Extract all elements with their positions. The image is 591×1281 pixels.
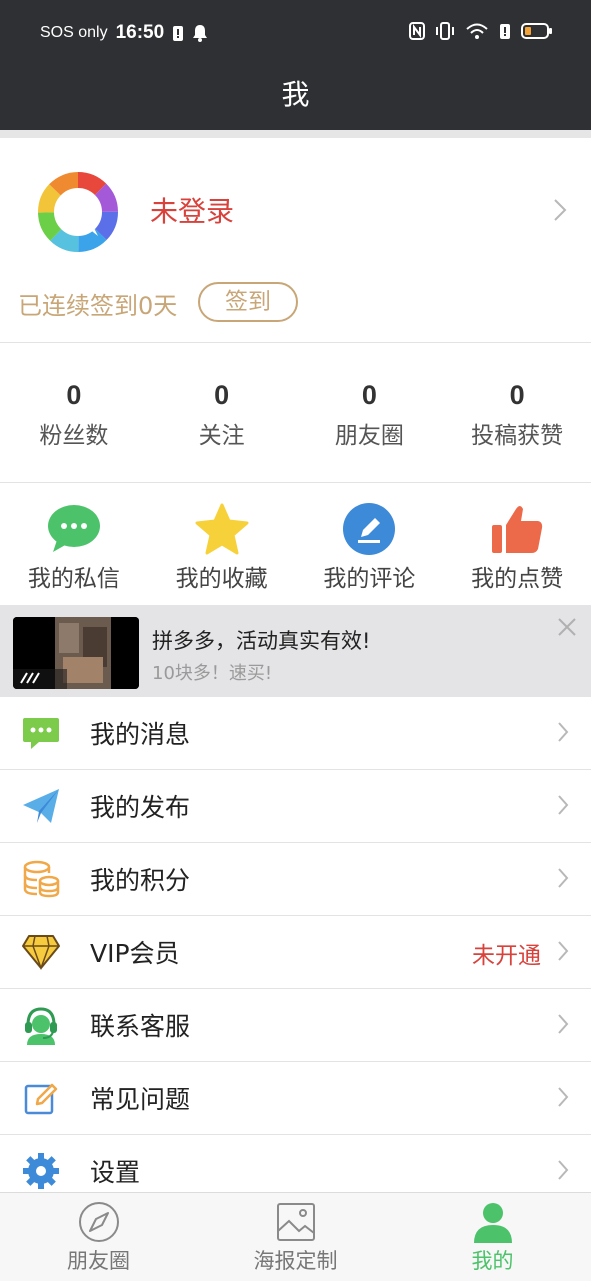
quick-comments[interactable]: 我的评论 bbox=[296, 483, 444, 605]
chevron-right-icon bbox=[558, 1160, 569, 1180]
quick-favorites[interactable]: 我的收藏 bbox=[148, 483, 296, 605]
tab-label: 海报定制 bbox=[253, 1249, 338, 1273]
vibrate-icon bbox=[436, 22, 454, 40]
bottom-tab-bar: 朋友圈 海报定制 我的 bbox=[0, 1192, 591, 1281]
menu-item-faq[interactable]: 常见问题 bbox=[0, 1062, 591, 1135]
nfc-icon bbox=[409, 22, 425, 40]
stat-label: 朋友圈 bbox=[334, 423, 404, 449]
paper-plane-icon bbox=[23, 789, 59, 823]
headset-icon bbox=[25, 1007, 57, 1045]
thumbs-up-icon bbox=[492, 506, 543, 553]
chevron-right-icon bbox=[558, 868, 569, 888]
stat-value: 0 bbox=[361, 380, 377, 410]
signin-button[interactable]: 签到 bbox=[198, 282, 298, 322]
stat-following[interactable]: 0 关注 bbox=[148, 342, 296, 482]
person-icon bbox=[473, 1203, 512, 1243]
quick-private-messages[interactable]: 我的私信 bbox=[0, 483, 148, 605]
wifi-icon bbox=[466, 23, 488, 39]
chevron-right-icon bbox=[558, 1087, 569, 1107]
page-header: 我 bbox=[0, 64, 591, 130]
coins-icon bbox=[23, 860, 60, 898]
login-status[interactable]: 未登录 bbox=[150, 190, 234, 230]
header-divider bbox=[0, 130, 591, 138]
stat-value: 0 bbox=[214, 380, 230, 410]
status-bar: SOS only 16:50 bbox=[0, 0, 591, 64]
stat-label: 投稿获赞 bbox=[471, 423, 564, 449]
stats-row: 0 粉丝数 0 关注 0 朋友圈 0 投稿获赞 bbox=[0, 342, 591, 483]
menu-item-messages[interactable]: 我的消息 bbox=[0, 697, 591, 770]
chevron-right-icon bbox=[558, 722, 569, 742]
menu-label: 常见问题 bbox=[90, 1085, 191, 1114]
quick-label: 我的私信 bbox=[27, 566, 120, 592]
stat-moments[interactable]: 0 朋友圈 bbox=[296, 342, 444, 482]
chevron-right-icon bbox=[558, 1014, 569, 1034]
menu-item-posts[interactable]: 我的发布 bbox=[0, 770, 591, 843]
tab-label: 我的 bbox=[471, 1249, 514, 1273]
picture-icon bbox=[276, 1203, 315, 1241]
menu-label: 我的消息 bbox=[90, 720, 191, 749]
bell-icon bbox=[193, 25, 208, 42]
edit-icon bbox=[24, 1083, 58, 1115]
menu-label: VIP会员 bbox=[90, 939, 180, 968]
carrier-text: SOS only bbox=[40, 24, 108, 41]
ad-subtitle: 10块多！速买! bbox=[152, 663, 273, 684]
diamond-icon bbox=[22, 935, 60, 970]
quick-label: 我的评论 bbox=[323, 566, 416, 592]
stat-label: 粉丝数 bbox=[39, 423, 109, 449]
chevron-right-icon bbox=[558, 941, 569, 961]
clock-text: 16:50 bbox=[115, 22, 165, 43]
stat-likes[interactable]: 0 投稿获赞 bbox=[443, 342, 591, 482]
menu-label: 我的发布 bbox=[90, 793, 191, 822]
close-icon[interactable] bbox=[557, 617, 577, 637]
chat-bubble-icon bbox=[47, 505, 100, 552]
profile-card[interactable]: 未登录 已连续签到0天 签到 bbox=[0, 138, 591, 343]
tab-moments[interactable]: 朋友圈 bbox=[0, 1193, 197, 1281]
battery-alert-icon bbox=[173, 26, 184, 41]
quick-actions: 我的私信 我的收藏 我的评论 我的点赞 bbox=[0, 483, 591, 605]
menu-label: 我的积分 bbox=[90, 866, 191, 895]
chevron-right-icon bbox=[554, 199, 567, 221]
menu-item-support[interactable]: 联系客服 bbox=[0, 989, 591, 1062]
compass-icon bbox=[78, 1202, 119, 1242]
menu-item-vip[interactable]: VIP会员 未开通 bbox=[0, 916, 591, 989]
stat-value: 0 bbox=[66, 380, 82, 410]
ad-banner[interactable]: 拼多多，活动真实有效! 10块多！速买! bbox=[0, 605, 591, 697]
signin-streak: 已连续签到0天 bbox=[18, 292, 178, 320]
vip-status: 未开通 bbox=[472, 943, 541, 969]
star-icon bbox=[195, 503, 249, 555]
menu-item-points[interactable]: 我的积分 bbox=[0, 843, 591, 916]
quick-label: 我的点赞 bbox=[471, 566, 564, 592]
menu-label: 设置 bbox=[90, 1158, 141, 1187]
tab-label: 朋友圈 bbox=[67, 1249, 130, 1273]
sim-alert-icon bbox=[500, 24, 510, 39]
stat-value: 0 bbox=[509, 380, 525, 410]
gear-icon bbox=[23, 1153, 59, 1189]
page-title: 我 bbox=[281, 78, 310, 111]
tab-poster[interactable]: 海报定制 bbox=[197, 1193, 394, 1281]
battery-icon bbox=[521, 23, 552, 39]
stat-label: 关注 bbox=[198, 423, 245, 449]
ad-thumbnail[interactable] bbox=[13, 617, 139, 689]
avatar[interactable] bbox=[36, 170, 120, 254]
stat-followers[interactable]: 0 粉丝数 bbox=[0, 342, 148, 482]
message-icon bbox=[23, 718, 59, 749]
pen-icon bbox=[343, 503, 396, 555]
menu-label: 联系客服 bbox=[90, 1012, 191, 1041]
ad-video-thumbnail bbox=[13, 617, 139, 689]
quick-label: 我的收藏 bbox=[175, 566, 268, 592]
chevron-right-icon bbox=[558, 795, 569, 815]
quick-likes[interactable]: 我的点赞 bbox=[443, 483, 591, 605]
ad-title[interactable]: 拼多多，活动真实有效! bbox=[152, 625, 370, 655]
tab-me[interactable]: 我的 bbox=[394, 1193, 591, 1281]
menu-list: 我的消息 我的发布 我的积分 VIP会员 未开通 联系客服 常见问题 设置 bbox=[0, 697, 591, 1208]
